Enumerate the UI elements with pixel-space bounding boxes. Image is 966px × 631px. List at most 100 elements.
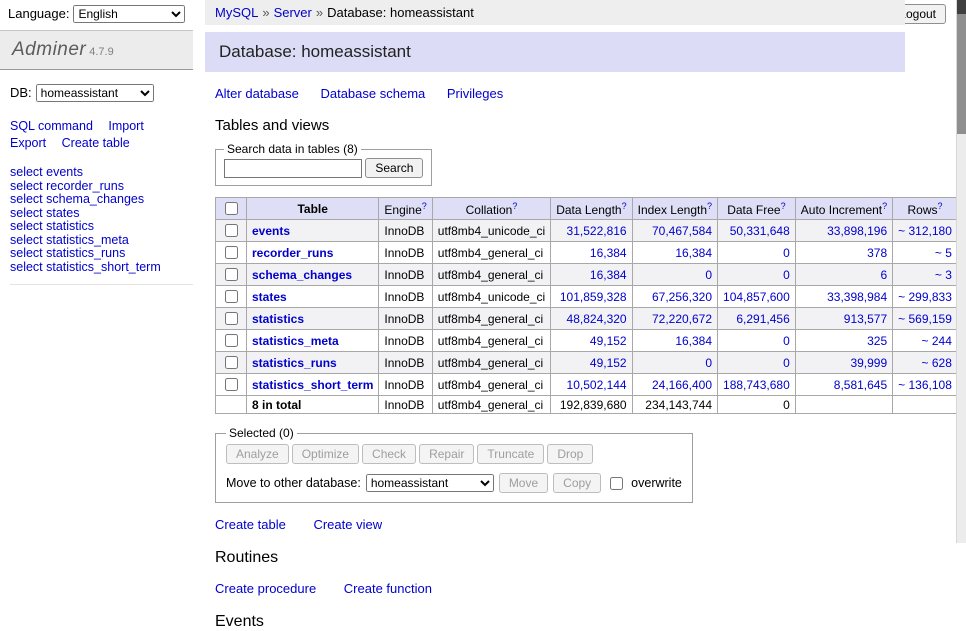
table-name-link[interactable]: statistics <box>252 312 304 326</box>
auto-increment-link[interactable]: 378 <box>867 246 887 260</box>
create-procedure-link[interactable]: Create procedure <box>215 581 316 596</box>
database-schema-link[interactable]: Database schema <box>320 86 425 101</box>
search-button[interactable]: Search <box>365 158 423 178</box>
data-length-link[interactable]: 49,152 <box>590 356 627 370</box>
scrollbar-thumb[interactable] <box>957 14 966 134</box>
help-icon[interactable]: ? <box>781 201 786 211</box>
row-checkbox[interactable] <box>225 268 238 281</box>
data-length-link[interactable]: 16,384 <box>590 268 627 282</box>
rows-count-link[interactable]: ~ 628 <box>922 356 952 370</box>
privileges-link[interactable]: Privileges <box>447 86 503 101</box>
auto-increment-link[interactable]: 913,577 <box>844 312 887 326</box>
index-length-link[interactable]: 16,384 <box>675 334 712 348</box>
search-input[interactable] <box>224 159 362 178</box>
rows-count-link[interactable]: ~ 244 <box>922 334 952 348</box>
export-link[interactable]: Export <box>10 136 46 150</box>
index-length-link[interactable]: 70,467,584 <box>652 224 712 238</box>
select-all-checkbox[interactable] <box>225 202 238 215</box>
create-table-link[interactable]: Create table <box>215 517 286 532</box>
rows-count-link[interactable]: ~ 569,159 <box>898 312 952 326</box>
sidebar-table-link[interactable]: select states <box>10 207 193 221</box>
data-free-link[interactable]: 50,331,648 <box>730 224 790 238</box>
row-checkbox[interactable] <box>225 224 238 237</box>
data-length-link[interactable]: 16,384 <box>590 246 627 260</box>
table-name-link[interactable]: statistics_short_term <box>252 378 373 392</box>
auto-increment-link[interactable]: 325 <box>867 334 887 348</box>
row-checkbox[interactable] <box>225 334 238 347</box>
index-length-link[interactable]: 0 <box>705 268 712 282</box>
check-button[interactable]: Check <box>362 444 416 464</box>
create-view-link[interactable]: Create view <box>313 517 382 532</box>
data-free-link[interactable]: 104,857,600 <box>723 290 790 304</box>
table-name-link[interactable]: statistics_runs <box>252 356 337 370</box>
table-name-link[interactable]: states <box>252 290 287 304</box>
data-length-link[interactable]: 31,522,816 <box>567 224 627 238</box>
rows-count-link[interactable]: ~ 5 <box>935 246 952 260</box>
sidebar-table-link[interactable]: select statistics_short_term <box>10 261 193 275</box>
data-length-link[interactable]: 10,502,144 <box>567 378 627 392</box>
auto-increment-link[interactable]: 39,999 <box>850 356 887 370</box>
rows-count-link[interactable]: ~ 136,108 <box>898 378 952 392</box>
data-length-link[interactable]: 48,824,320 <box>567 312 627 326</box>
help-icon[interactable]: ? <box>622 201 627 211</box>
rows-count-link[interactable]: ~ 3 <box>935 268 952 282</box>
auto-increment-link[interactable]: 33,898,196 <box>827 224 887 238</box>
index-length-link[interactable]: 67,256,320 <box>652 290 712 304</box>
sidebar-table-link[interactable]: select statistics_runs <box>10 247 193 261</box>
auto-increment-link[interactable]: 6 <box>880 268 887 282</box>
index-length-link[interactable]: 24,166,400 <box>652 378 712 392</box>
truncate-button[interactable]: Truncate <box>477 444 544 464</box>
auto-increment-link[interactable]: 33,398,984 <box>827 290 887 304</box>
sidebar-table-link[interactable]: select statistics_meta <box>10 234 193 248</box>
help-icon[interactable]: ? <box>707 201 712 211</box>
auto-increment-link[interactable]: 8,581,645 <box>834 378 887 392</box>
help-icon[interactable]: ? <box>882 201 887 211</box>
language-select[interactable]: English <box>73 5 185 23</box>
row-checkbox[interactable] <box>225 378 238 391</box>
table-name-link[interactable]: events <box>252 224 290 238</box>
adminer-logo[interactable]: Adminer <box>12 39 86 60</box>
help-icon[interactable]: ? <box>422 201 427 211</box>
sidebar-table-link[interactable]: select events <box>10 166 193 180</box>
data-length-link[interactable]: 101,859,328 <box>560 290 627 304</box>
sidebar-table-link[interactable]: select schema_changes <box>10 193 193 207</box>
copy-button[interactable]: Copy <box>553 473 601 493</box>
row-checkbox[interactable] <box>225 312 238 325</box>
data-free-link[interactable]: 0 <box>783 356 790 370</box>
move-button[interactable]: Move <box>499 473 548 493</box>
row-checkbox[interactable] <box>225 290 238 303</box>
data-free-link[interactable]: 6,291,456 <box>736 312 789 326</box>
move-db-select[interactable]: homeassistant <box>366 474 494 492</box>
optimize-button[interactable]: Optimize <box>292 444 359 464</box>
import-link[interactable]: Import <box>108 119 143 133</box>
sidebar-table-link[interactable]: select recorder_runs <box>10 180 193 194</box>
rows-count-link[interactable]: ~ 312,180 <box>898 224 952 238</box>
analyze-button[interactable]: Analyze <box>226 444 289 464</box>
data-free-link[interactable]: 188,743,680 <box>723 378 790 392</box>
help-icon[interactable]: ? <box>938 201 943 211</box>
sidebar-table-link[interactable]: select statistics <box>10 220 193 234</box>
help-icon[interactable]: ? <box>512 201 517 211</box>
breadcrumb-mysql-link[interactable]: MySQL <box>215 5 258 20</box>
repair-button[interactable]: Repair <box>419 444 474 464</box>
row-checkbox[interactable] <box>225 356 238 369</box>
drop-button[interactable]: Drop <box>547 444 593 464</box>
sql-command-link[interactable]: SQL command <box>10 119 93 133</box>
index-length-link[interactable]: 0 <box>705 356 712 370</box>
row-checkbox[interactable] <box>225 246 238 259</box>
scrollbar[interactable] <box>956 0 966 543</box>
data-length-link[interactable]: 49,152 <box>590 334 627 348</box>
data-free-link[interactable]: 0 <box>783 268 790 282</box>
scrollbar-up-arrow[interactable] <box>957 0 966 14</box>
alter-database-link[interactable]: Alter database <box>215 86 299 101</box>
index-length-link[interactable]: 72,220,672 <box>652 312 712 326</box>
table-name-link[interactable]: schema_changes <box>252 268 352 282</box>
table-name-link[interactable]: recorder_runs <box>252 246 333 260</box>
create-function-link[interactable]: Create function <box>344 581 432 596</box>
db-select[interactable]: homeassistant <box>36 84 154 102</box>
index-length-link[interactable]: 16,384 <box>675 246 712 260</box>
breadcrumb-server-link[interactable]: Server <box>274 5 312 20</box>
data-free-link[interactable]: 0 <box>783 246 790 260</box>
table-name-link[interactable]: statistics_meta <box>252 334 339 348</box>
rows-count-link[interactable]: ~ 299,833 <box>898 290 952 304</box>
